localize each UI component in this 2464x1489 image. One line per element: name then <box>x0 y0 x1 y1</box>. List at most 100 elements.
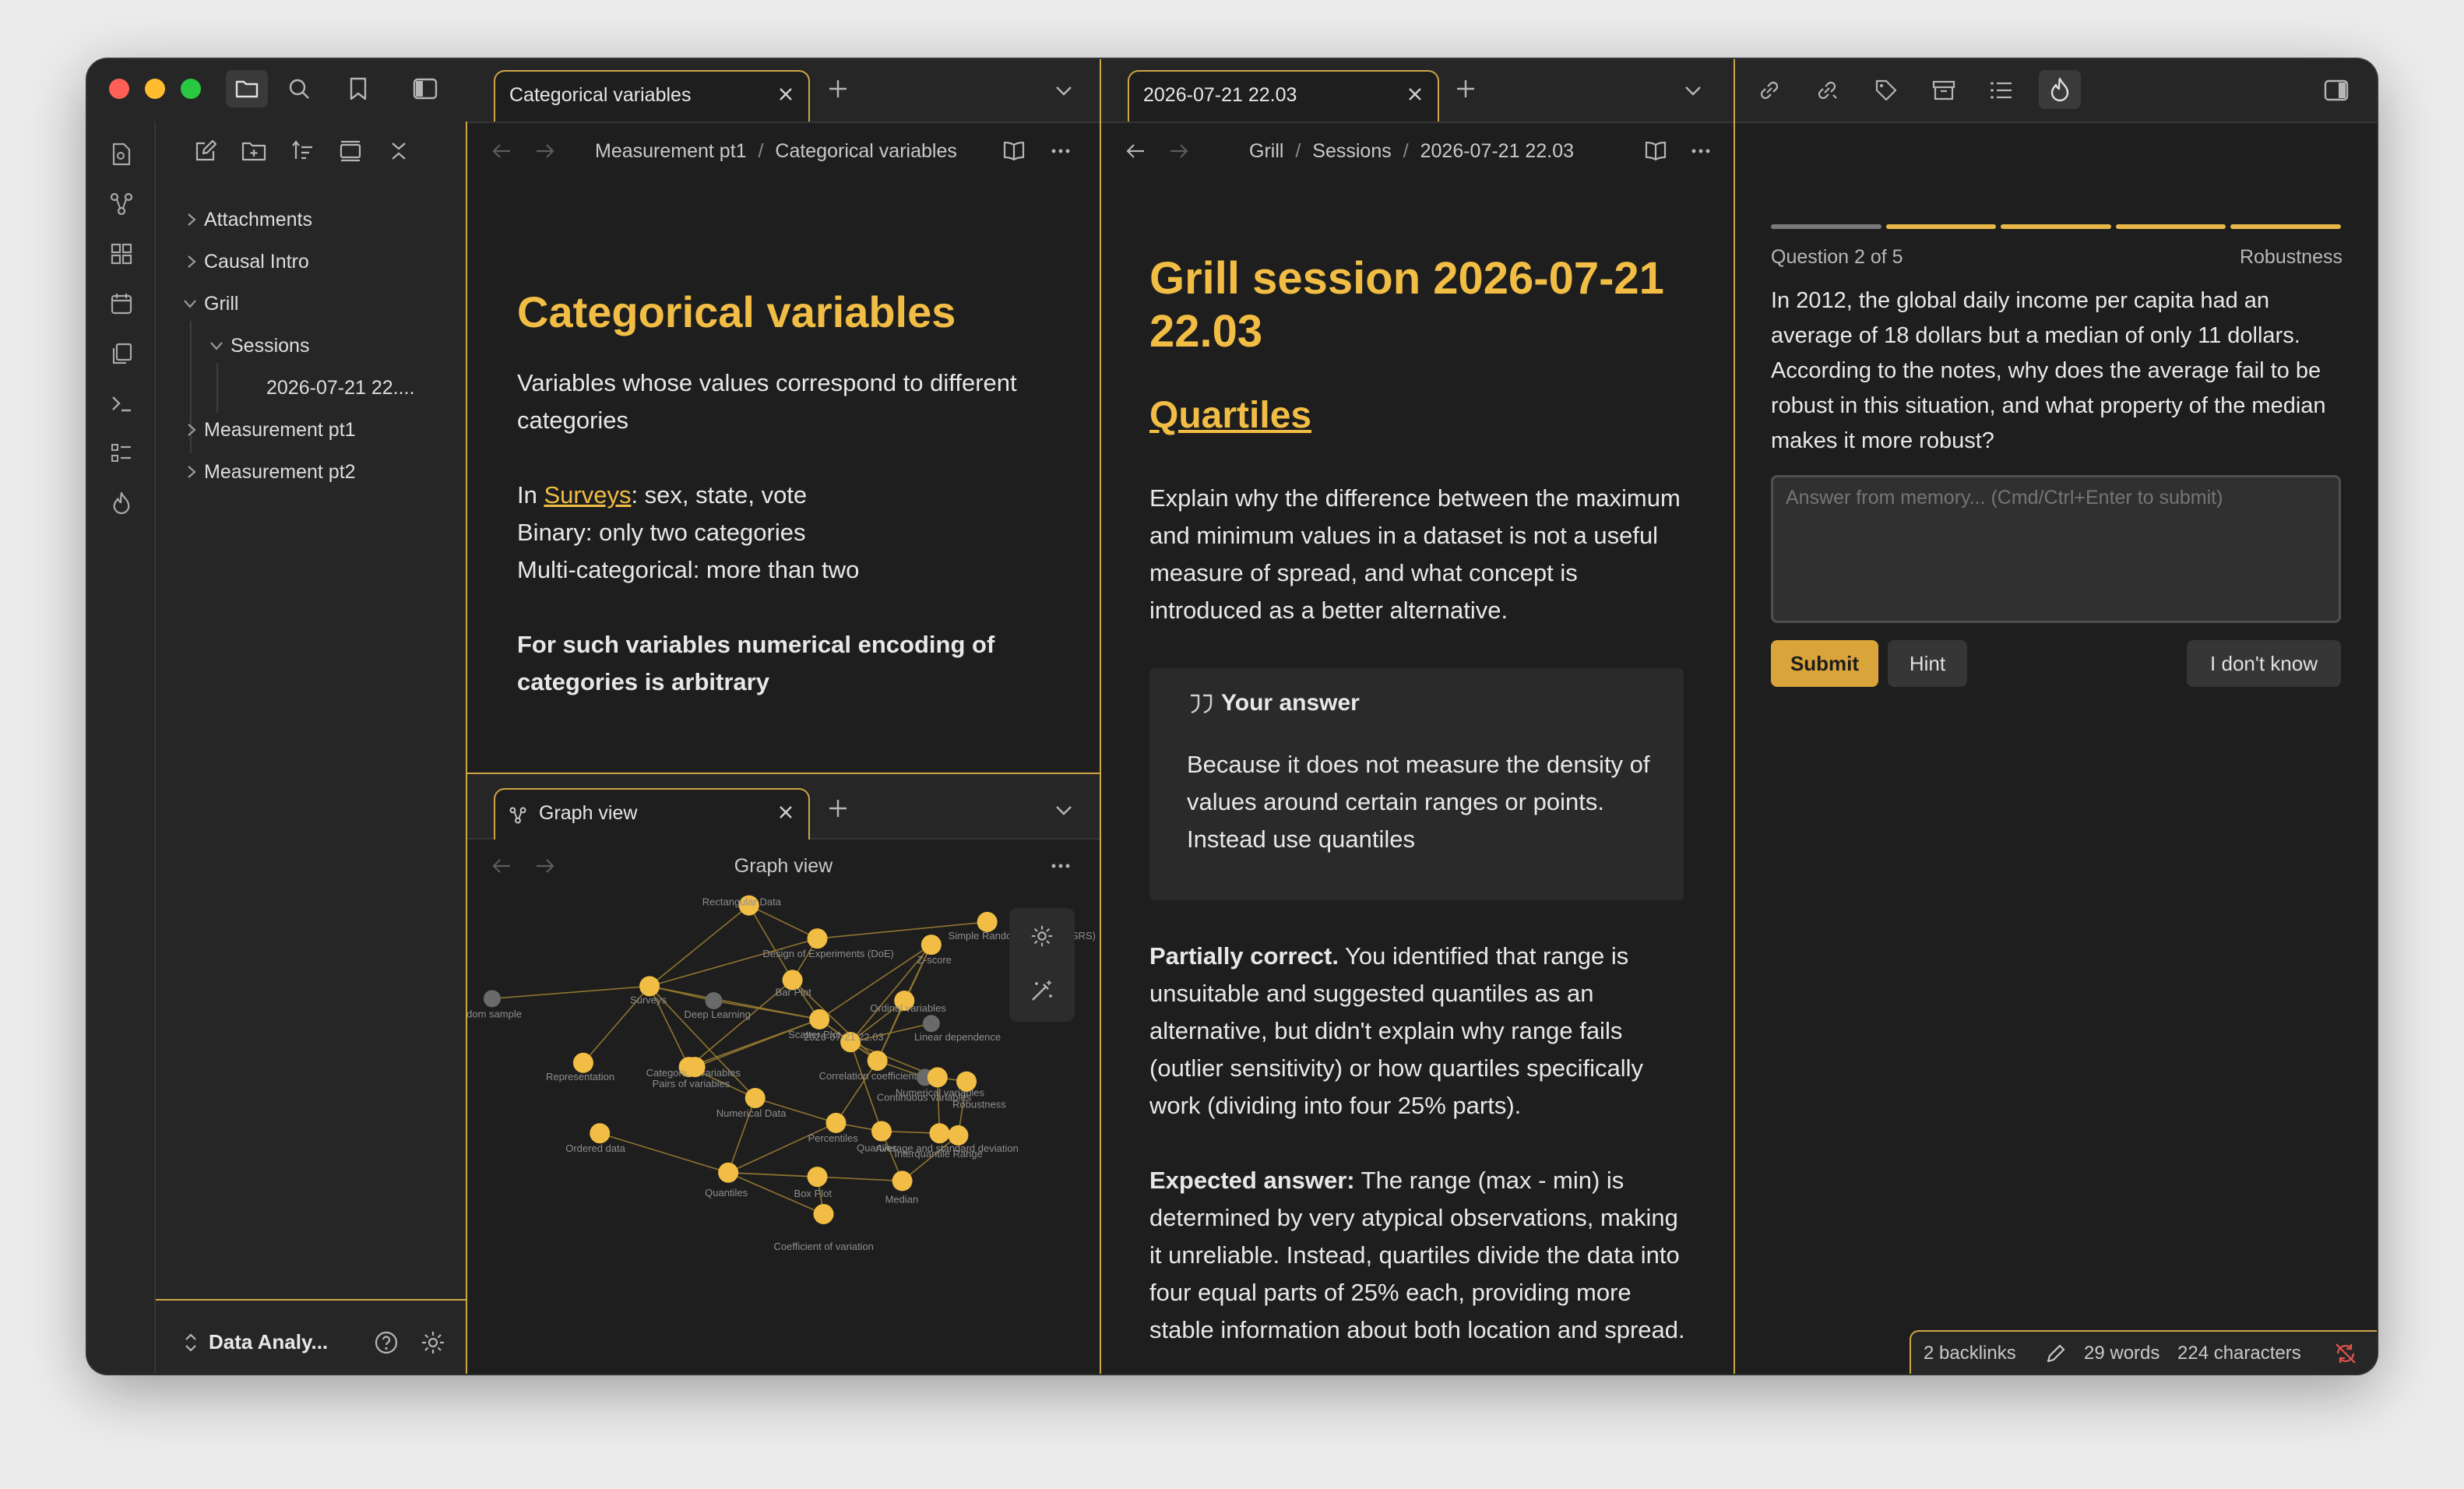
terminal-icon[interactable] <box>106 388 137 419</box>
pencil-icon[interactable] <box>2043 1341 2068 1366</box>
chevron-down-icon[interactable] <box>1050 796 1078 824</box>
reading-view-icon[interactable] <box>1000 137 1028 165</box>
graph-node[interactable] <box>483 990 501 1008</box>
flame-icon[interactable] <box>2039 70 2081 109</box>
graph-node[interactable] <box>807 928 828 949</box>
list-icon[interactable] <box>1986 75 2017 106</box>
tab-categorical-variables[interactable]: Categorical variables <box>494 70 810 121</box>
chevron-down-icon[interactable] <box>1050 76 1078 104</box>
new-folder-icon[interactable] <box>238 136 269 167</box>
graph-node[interactable] <box>892 1170 913 1192</box>
breadcrumb-item[interactable]: Categorical variables <box>775 140 956 162</box>
sidebar-toggle-icon[interactable] <box>411 75 439 103</box>
graph-node[interactable] <box>825 1112 847 1133</box>
search-icon[interactable] <box>285 75 313 103</box>
more-options-icon[interactable] <box>1047 137 1075 165</box>
graph-node[interactable] <box>807 1167 828 1188</box>
file-icon[interactable] <box>106 139 137 170</box>
more-options-icon[interactable] <box>1687 137 1715 165</box>
collapse-all-icon[interactable] <box>383 136 414 167</box>
breadcrumb-item[interactable]: Measurement pt1 <box>595 140 747 162</box>
graph-node[interactable] <box>927 1067 948 1088</box>
chevron-right-icon[interactable] <box>185 212 198 231</box>
graph-node[interactable] <box>813 1203 834 1224</box>
graph-node[interactable] <box>718 1162 739 1183</box>
help-icon[interactable] <box>371 1327 402 1358</box>
close-window-button[interactable] <box>109 79 129 99</box>
chevron-right-icon[interactable] <box>185 464 198 484</box>
reading-view-icon[interactable] <box>1642 137 1670 165</box>
new-tab-icon[interactable] <box>824 75 852 103</box>
tag-icon[interactable] <box>1871 75 1902 106</box>
minimize-window-button[interactable] <box>145 79 165 99</box>
grid-icon[interactable] <box>106 238 137 269</box>
new-tab-icon[interactable] <box>824 794 852 822</box>
more-options-icon[interactable] <box>1047 852 1075 880</box>
chevron-down-icon[interactable] <box>182 297 198 314</box>
sidebar-item-session-note[interactable]: 2026-07-21 22.... <box>266 377 414 400</box>
chevron-right-icon[interactable] <box>185 254 198 273</box>
graph-node[interactable] <box>744 1088 766 1108</box>
sidebar-item-measurement-pt1[interactable]: Measurement pt1 <box>204 419 356 442</box>
vault-switcher-icon[interactable] <box>179 1327 202 1358</box>
graph-node[interactable] <box>956 1071 977 1092</box>
copy-icon[interactable] <box>106 338 137 369</box>
gear-icon[interactable] <box>1026 921 1058 952</box>
back-arrow-icon[interactable] <box>1121 137 1149 165</box>
sidebar-item-grill[interactable]: Grill <box>204 293 238 315</box>
graph-icon[interactable] <box>106 188 137 220</box>
new-note-icon[interactable] <box>190 136 221 167</box>
graph-node[interactable] <box>685 1057 706 1078</box>
close-icon[interactable] <box>774 801 797 824</box>
sidebar-item-sessions[interactable]: Sessions <box>231 335 309 357</box>
magic-wand-icon[interactable] <box>1026 975 1058 1006</box>
graph-node[interactable] <box>705 991 723 1009</box>
graph-node[interactable] <box>920 935 942 956</box>
graph-node[interactable] <box>590 1123 611 1144</box>
backlinks-count[interactable]: 2 backlinks <box>1924 1343 2016 1364</box>
sidebar-item-causal-intro[interactable]: Causal Intro <box>204 251 309 273</box>
graph-canvas[interactable]: Rectangular DataSimple Random Sampling (… <box>467 891 1100 1374</box>
outgoing-link-icon[interactable] <box>1811 75 1843 106</box>
link-icon[interactable] <box>1754 75 1785 106</box>
chevron-down-icon[interactable] <box>1679 76 1707 104</box>
breadcrumb-item[interactable]: 2026-07-21 22.03 <box>1420 140 1574 162</box>
collapse-view-icon[interactable] <box>335 136 366 167</box>
vault-name[interactable]: Data Analy... <box>209 1330 328 1354</box>
checklist-icon[interactable] <box>106 438 137 469</box>
graph-node[interactable] <box>922 1015 940 1033</box>
calendar-icon[interactable] <box>106 288 137 319</box>
close-icon[interactable] <box>774 83 797 106</box>
forward-arrow-icon[interactable] <box>1165 137 1193 165</box>
folder-icon[interactable] <box>226 70 268 107</box>
graph-node[interactable] <box>871 1121 892 1142</box>
forward-arrow-icon[interactable] <box>531 137 559 165</box>
tab-grill-session[interactable]: 2026-07-21 22.03 <box>1128 70 1439 121</box>
graph-node[interactable] <box>929 1123 950 1144</box>
hint-button[interactable]: Hint <box>1888 640 1967 687</box>
answer-input[interactable] <box>1771 475 2341 623</box>
graph-node[interactable] <box>948 1125 969 1146</box>
submit-button[interactable]: Submit <box>1771 640 1878 687</box>
sidebar-item-attachments[interactable]: Attachments <box>204 209 312 231</box>
gear-icon[interactable] <box>417 1327 449 1358</box>
link-surveys[interactable]: Surveys <box>544 481 631 509</box>
breadcrumb-item[interactable]: Grill <box>1249 140 1283 162</box>
sidebar-item-measurement-pt2[interactable]: Measurement pt2 <box>204 461 356 484</box>
sort-icon[interactable] <box>287 136 318 167</box>
dont-know-button[interactable]: I don't know <box>2187 640 2341 687</box>
sync-off-icon[interactable] <box>2332 1339 2360 1368</box>
close-icon[interactable] <box>1403 83 1427 106</box>
flame-icon[interactable] <box>106 488 137 519</box>
archive-icon[interactable] <box>1928 75 1959 106</box>
tab-graph-view[interactable]: Graph view <box>494 788 810 840</box>
zoom-window-button[interactable] <box>181 79 201 99</box>
right-sidebar-toggle-icon[interactable] <box>2321 75 2352 106</box>
graph-node[interactable] <box>809 1009 830 1030</box>
bookmark-icon[interactable] <box>344 75 372 103</box>
section-heading[interactable]: Quartiles <box>1149 394 1311 437</box>
back-arrow-icon[interactable] <box>488 137 516 165</box>
chevron-right-icon[interactable] <box>185 422 198 442</box>
breadcrumb-item[interactable]: Sessions <box>1312 140 1391 162</box>
new-tab-icon[interactable] <box>1452 75 1480 103</box>
